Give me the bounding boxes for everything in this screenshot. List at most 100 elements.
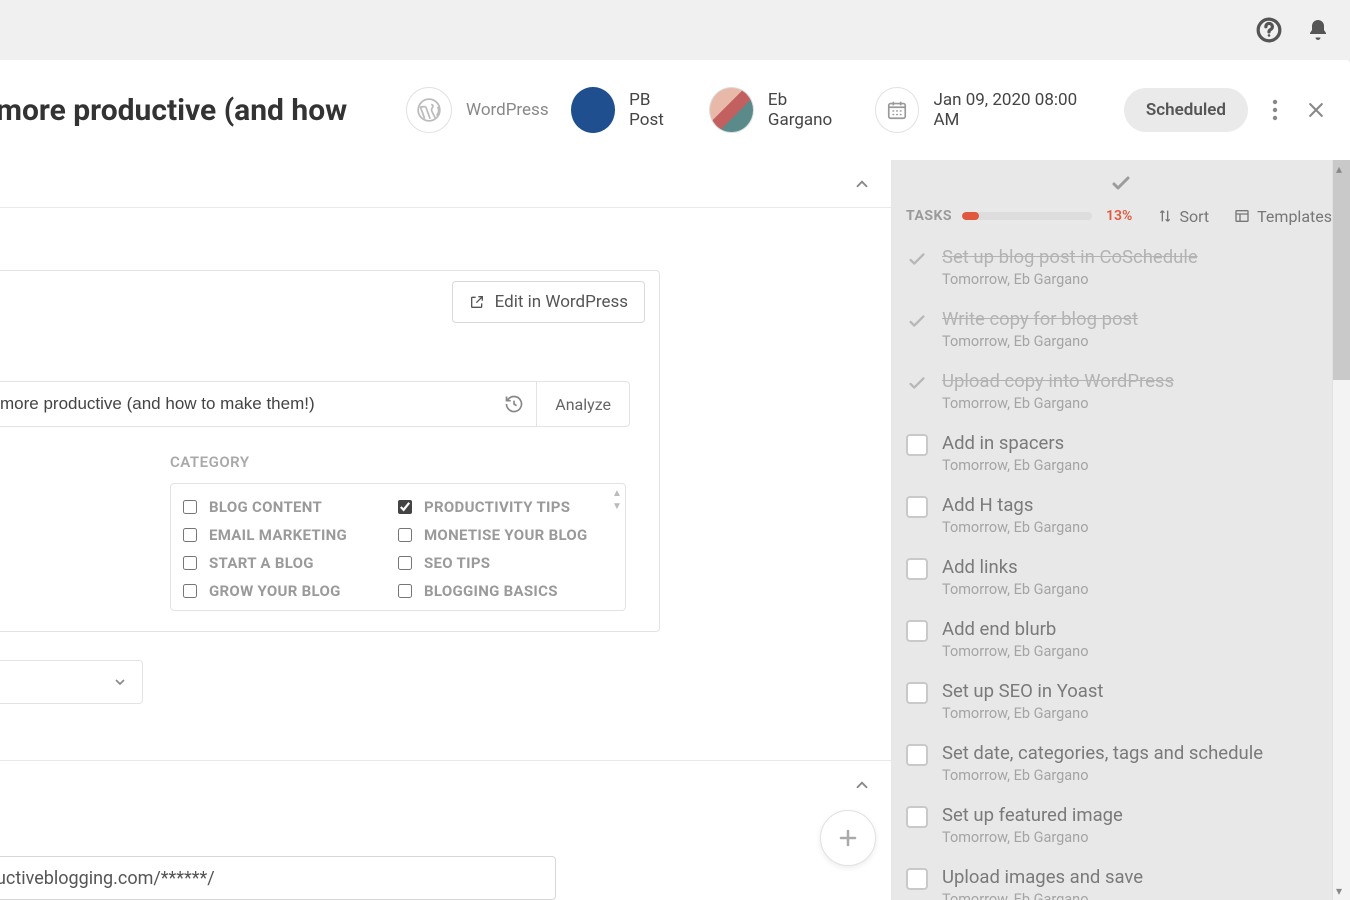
category-label: SEO TIPS bbox=[424, 554, 490, 572]
templates-label: Templates bbox=[1257, 207, 1332, 226]
section-collapse-bottom[interactable] bbox=[0, 760, 891, 808]
task-check-done-icon[interactable] bbox=[906, 248, 928, 270]
task-checkbox[interactable] bbox=[906, 620, 928, 642]
section-collapse-top[interactable] bbox=[0, 160, 891, 208]
task-row[interactable]: Add linksTomorrow, Eb Gargano bbox=[906, 548, 1332, 610]
category-checkbox[interactable] bbox=[183, 500, 197, 514]
post-type-selector[interactable]: PB Post bbox=[571, 87, 688, 133]
category-checkbox[interactable] bbox=[183, 528, 197, 542]
task-row[interactable]: Write copy for blog postTomorrow, Eb Gar… bbox=[906, 300, 1332, 362]
permalink-text: uctiveblogging.com/******/ bbox=[0, 868, 215, 889]
task-check-done-icon[interactable] bbox=[906, 372, 928, 394]
task-row[interactable]: Add H tags Tomorrow, Eb Gargano bbox=[906, 486, 1332, 548]
task-title: Set up blog post in CoSchedule bbox=[942, 246, 1198, 268]
task-row[interactable]: Upload images and saveTomorrow, Eb Garga… bbox=[906, 858, 1332, 900]
task-title: Add in spacers bbox=[942, 432, 1088, 454]
tasks-complete-icon[interactable] bbox=[892, 160, 1350, 207]
category-option[interactable]: PRODUCTIVITY TIPS bbox=[398, 498, 613, 516]
task-row[interactable]: Add in spacers Tomorrow, Eb Gargano bbox=[906, 424, 1332, 486]
task-meta: Tomorrow, Eb Gargano bbox=[942, 705, 1103, 722]
task-checkbox[interactable] bbox=[906, 682, 928, 704]
task-checkbox[interactable] bbox=[906, 558, 928, 580]
task-row[interactable]: Set up featured imageTomorrow, Eb Gargan… bbox=[906, 796, 1332, 858]
templates-button[interactable]: Templates bbox=[1233, 207, 1332, 226]
task-title: Add H tags bbox=[942, 494, 1088, 516]
task-title: Add end blurb bbox=[942, 618, 1088, 640]
category-option[interactable]: BLOGGING BASICS bbox=[398, 582, 613, 600]
status-chip[interactable]: Scheduled bbox=[1124, 88, 1248, 132]
task-row[interactable]: Add end blurb Tomorrow, Eb Gargano bbox=[906, 610, 1332, 672]
scroll-up-icon[interactable]: ▴ bbox=[1336, 162, 1342, 176]
task-checkbox[interactable] bbox=[906, 496, 928, 518]
category-box: BLOG CONTENT PRODUCTIVITY TIPS EMAIL MARKE… bbox=[170, 483, 626, 611]
help-icon[interactable] bbox=[1256, 17, 1282, 43]
author-name: Eb Gargano bbox=[768, 90, 853, 130]
more-menu-icon[interactable] bbox=[1272, 98, 1278, 122]
task-checkbox[interactable] bbox=[906, 744, 928, 766]
task-row[interactable]: Set up blog post in CoSchedule Tomorrow, … bbox=[906, 238, 1332, 300]
scroll-down-icon[interactable]: ▾ bbox=[1336, 884, 1342, 898]
category-checkbox[interactable] bbox=[398, 556, 412, 570]
task-title: Upload copy into WordPress bbox=[942, 370, 1174, 392]
tasks-scrollbar[interactable]: ▴ ▾ bbox=[1332, 160, 1350, 900]
tasks-heading: TASKS bbox=[906, 208, 952, 224]
category-scrollbar[interactable]: ▲▼ bbox=[611, 488, 623, 512]
permalink-field[interactable]: uctiveblogging.com/******/ bbox=[0, 856, 556, 900]
task-meta: Tomorrow, Eb Gargano bbox=[942, 271, 1198, 288]
platform-selector[interactable]: WordPress bbox=[406, 87, 549, 133]
plus-icon bbox=[836, 826, 860, 850]
category-option[interactable]: GROW YOUR BLOG bbox=[183, 582, 398, 600]
edit-in-wordpress-button[interactable]: Edit in WordPress bbox=[452, 281, 645, 323]
sort-label: Sort bbox=[1179, 207, 1209, 226]
post-title[interactable]: more productive (and how bbox=[0, 93, 356, 128]
task-title: Add links bbox=[942, 556, 1088, 578]
category-option[interactable]: BLOG CONTENT bbox=[183, 498, 398, 516]
task-row[interactable]: Set date, categories, tags and scheduleT… bbox=[906, 734, 1332, 796]
task-checkbox[interactable] bbox=[906, 806, 928, 828]
category-checkbox[interactable] bbox=[183, 556, 197, 570]
category-checkbox[interactable] bbox=[398, 584, 412, 598]
status-dropdown[interactable] bbox=[0, 660, 143, 704]
task-check-done-icon[interactable] bbox=[906, 310, 928, 332]
task-row[interactable]: Set up SEO in YoastTomorrow, Eb Gargano bbox=[906, 672, 1332, 734]
scroll-thumb[interactable] bbox=[1333, 160, 1350, 380]
analyze-button[interactable]: Analyze bbox=[536, 382, 629, 426]
close-icon[interactable] bbox=[1306, 100, 1326, 120]
add-fab[interactable] bbox=[820, 810, 876, 866]
sort-button[interactable]: Sort bbox=[1157, 207, 1209, 226]
post-title-input[interactable] bbox=[0, 394, 492, 414]
category-label: PRODUCTIVITY TIPS bbox=[424, 498, 570, 516]
category-option[interactable]: START A BLOG bbox=[183, 554, 398, 572]
bell-icon[interactable] bbox=[1306, 17, 1330, 43]
task-checkbox[interactable] bbox=[906, 434, 928, 456]
category-option[interactable]: SEO TIPS bbox=[398, 554, 613, 572]
category-checkbox[interactable] bbox=[183, 584, 197, 598]
category-checkbox[interactable] bbox=[398, 528, 412, 542]
task-meta: Tomorrow, Eb Gargano bbox=[942, 519, 1088, 536]
task-meta: Tomorrow, Eb Gargano bbox=[942, 643, 1088, 660]
category-option[interactable]: EMAIL MARKETING bbox=[183, 526, 398, 544]
post-type-icon bbox=[571, 87, 616, 133]
category-label: EMAIL MARKETING bbox=[209, 526, 347, 544]
category-label: BLOGGING BASICS bbox=[424, 582, 558, 600]
category-option[interactable]: MONETISE YOUR BLOG bbox=[398, 526, 613, 544]
chevron-up-icon bbox=[853, 776, 871, 794]
post-type-label: PB Post bbox=[629, 90, 687, 130]
platform-label: WordPress bbox=[466, 100, 549, 120]
author-selector[interactable]: Eb Gargano bbox=[709, 87, 852, 133]
history-button[interactable] bbox=[492, 394, 536, 414]
avatar bbox=[709, 87, 754, 133]
task-checkbox[interactable] bbox=[906, 868, 928, 890]
task-meta: Tomorrow, Eb Gargano bbox=[942, 457, 1088, 474]
category-checkbox[interactable] bbox=[398, 500, 412, 514]
chevron-up-icon bbox=[853, 175, 871, 193]
templates-icon bbox=[1233, 208, 1251, 224]
task-meta: Tomorrow, Eb Gargano bbox=[942, 829, 1123, 846]
schedule-selector[interactable]: Jan 09, 2020 08:00 AM bbox=[875, 87, 1102, 133]
title-row: Analyze bbox=[0, 381, 630, 427]
task-row[interactable]: Upload copy into WordPressTomorrow, Eb G… bbox=[906, 362, 1332, 424]
category-label: BLOG CONTENT bbox=[209, 498, 322, 516]
category-label: START A BLOG bbox=[209, 554, 314, 572]
edit-in-wordpress-label: Edit in WordPress bbox=[495, 292, 628, 312]
category-heading: CATEGORY bbox=[170, 453, 626, 471]
